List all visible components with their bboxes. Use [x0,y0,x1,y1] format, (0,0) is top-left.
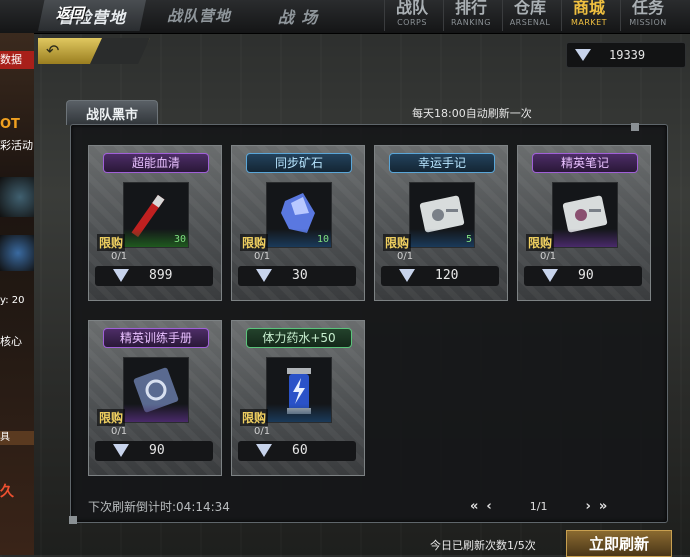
daily-refresh-count: 今日已刷新次数1/5次 [430,539,536,552]
market-item-elite-notes[interactable]: 精英笔记 限购 0/1 90 [517,145,651,301]
purchase-limit-count: 0/1 [540,251,557,262]
nav-mission[interactable]: 任务 MISSION [620,0,675,31]
crystal-ore-icon: 10 [266,182,332,248]
item-price: 899 [149,268,173,283]
back-arrow-icon: ↶ [46,41,60,60]
nav-market-sublabel: MARKET [570,18,608,27]
market-item-elite-manual[interactable]: 精英训练手册 限购 0/1 90 [88,320,222,476]
item-name: 精英训练手册 [103,328,209,348]
serum-syringe-icon: 30 [123,182,189,248]
diamond-currency-icon [113,269,129,282]
item-price: 60 [292,443,308,458]
purchase-limit-label: 限购 [97,409,126,426]
first-page-button[interactable]: « [470,499,478,514]
left-menu-tools[interactable]: 具 [0,431,34,445]
item-quantity: 10 [316,234,329,245]
diamond-currency-icon [542,269,558,282]
notebook-icon: 5 [409,182,475,248]
left-menu-hot[interactable]: OT [0,117,34,132]
nav-ranking[interactable]: 排行 RANKING [443,0,498,31]
nav-mission-sublabel: MISSION [629,18,667,27]
nav-ranking-label: 排行 [454,0,487,17]
item-name: 同步矿石 [246,153,352,173]
left-menu-permanent[interactable]: 久 [0,481,34,501]
item-quantity: 30 [173,234,186,245]
item-name: 幸运手记 [389,153,495,173]
nav-corps-label: 战队 [395,0,428,17]
left-menu-icon-2[interactable] [0,235,34,271]
panel-corner-decor [631,123,639,131]
auto-refresh-note: 每天18:00自动刷新一次 [412,107,532,120]
market-item-lucky-notes[interactable]: 幸运手记 5 限购 0/1 120 [374,145,508,301]
panel-title-tab: 战队黑市 [66,100,158,125]
refresh-now-button[interactable]: 立即刷新 [566,530,672,557]
item-price: 90 [578,268,594,283]
left-side-menu: 数据 OT 彩活动 y: 20 核心 具 久 [0,33,34,555]
item-name: 超能血清 [103,153,209,173]
nav-corps[interactable]: 战队 CORPS [384,0,439,31]
purchase-limit-label: 限购 [240,409,269,426]
diamond-currency-icon [113,444,129,457]
left-menu-data[interactable]: 数据 [0,51,34,69]
item-quantity: 5 [465,234,472,245]
item-name: 精英笔记 [532,153,638,173]
market-item-super-serum[interactable]: 超能血清 30 限购 0/1 899 [88,145,222,301]
item-price: 120 [435,268,459,283]
nav-mission-label: 任务 [631,0,664,17]
nav-arsenal-label: 仓库 [513,0,546,17]
diamond-currency-icon [256,444,272,457]
left-menu-events[interactable]: 彩活动 [0,137,34,153]
purchase-limit-count: 0/1 [254,426,271,437]
purchase-limit-label: 限购 [240,234,269,251]
tab-team-camp[interactable]: 战队营地 [146,0,252,31]
pagination: « ‹ 1/1 › » [470,497,607,515]
item-price: 30 [292,268,308,283]
purchase-limit-count: 0/1 [397,251,414,262]
diamond-currency-icon [256,269,272,282]
purchase-limit-count: 0/1 [254,251,271,262]
left-menu-icon-1[interactable] [0,177,34,217]
nav-market-label: 商城 [572,0,605,17]
left-menu-level: y: 20 [0,295,25,306]
market-item-sync-ore[interactable]: 同步矿石 10 限购 0/1 30 [231,145,365,301]
tab-battlefield[interactable]: 战 场 [258,0,338,31]
nav-arsenal[interactable]: 仓库 ARSENAL [502,0,557,31]
nav-arsenal-sublabel: ARSENAL [509,18,551,27]
purchase-limit-label: 限购 [383,234,412,251]
purchase-limit-label: 限购 [526,234,555,251]
training-manual-icon [123,357,189,423]
refresh-countdown: 下次刷新倒计时:04:14:34 [88,500,230,514]
last-page-button[interactable]: » [599,499,607,514]
currency-display: 19339 [566,42,686,68]
left-menu-core[interactable]: 核心 [0,333,34,349]
purchase-limit-count: 0/1 [111,251,128,262]
prev-page-button[interactable]: ‹ [486,499,491,514]
item-name: 体力药水+50 [246,328,352,348]
purchase-limit-label: 限购 [97,234,126,251]
nav-corps-sublabel: CORPS [397,18,427,27]
market-item-stamina-potion[interactable]: 体力药水+50 限购 0/1 60 [231,320,365,476]
notebook-icon [552,182,618,248]
page-indicator: 1/1 [529,499,548,513]
panel-corner-decor [69,516,77,524]
nav-ranking-sublabel: RANKING [451,18,491,27]
diamond-currency-icon [575,49,591,61]
return-label[interactable]: 返回 [56,2,104,24]
stamina-potion-icon [266,357,332,423]
diamond-currency-icon [399,269,415,282]
nav-market[interactable]: 商城 MARKET [561,0,616,31]
purchase-limit-count: 0/1 [111,426,128,437]
item-price: 90 [149,443,165,458]
next-page-button[interactable]: › [585,499,590,514]
currency-amount: 19339 [609,48,646,62]
